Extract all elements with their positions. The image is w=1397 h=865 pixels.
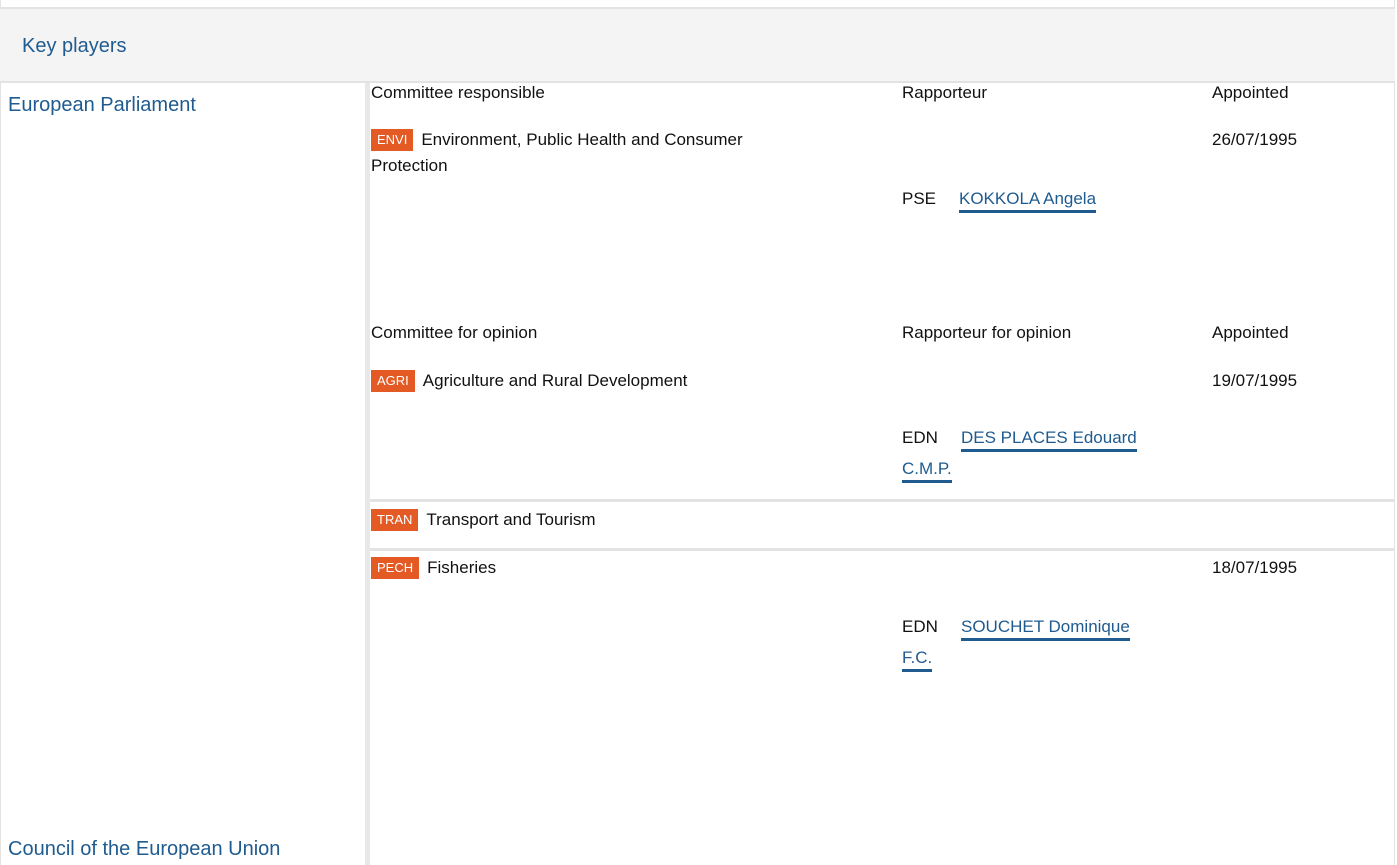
rapporteur-link-kokkola[interactable]: KOKKOLA Angela: [959, 186, 1097, 213]
committee-envi: ENVI Environment, Public Health and Consu…: [371, 127, 871, 179]
rapporteur-link-des-places[interactable]: DES PLACES Edouard: [961, 425, 1137, 452]
committee-agri: AGRI Agriculture and Rural Development: [371, 368, 687, 394]
section-title: Key players: [22, 35, 127, 57]
committee-name: Agriculture and Rural Development: [422, 371, 688, 390]
political-group: EDN: [902, 428, 938, 447]
committee-name-continued: Protection: [371, 156, 448, 175]
col-header-rapporteur: Rapporteur: [902, 83, 988, 102]
committee-code-badge: AGRI: [371, 370, 415, 392]
committee-name: Environment, Public Health and Consumer: [421, 130, 743, 149]
committee-name: Fisheries: [427, 558, 497, 577]
committee-name: Transport and Tourism: [426, 510, 596, 529]
committee-tran: TRAN Transport and Tourism: [371, 507, 596, 533]
col-header-rapporteur-opinion: Rapporteur for opinion: [902, 323, 1072, 342]
col-header-appointed-opinion: Appointed: [1212, 323, 1289, 342]
committee-code-badge: TRAN: [371, 509, 419, 531]
rapporteur-link-des-places-continued[interactable]: C.M.P.: [902, 456, 952, 483]
row-separator: [370, 499, 1395, 502]
appointed-date: 18/07/1995: [1212, 558, 1298, 577]
political-group: PSE: [902, 189, 937, 208]
committee-pech: PECH Fisheries: [371, 555, 496, 581]
political-group: EDN: [902, 617, 938, 636]
rapporteur-link-souchet-continued[interactable]: F.C.: [902, 645, 933, 672]
council-label: Council of the European Union: [8, 838, 281, 860]
col-header-committee-opinion: Committee for opinion: [371, 323, 538, 342]
row-separator: [370, 548, 1395, 551]
appointed-date: 26/07/1995: [1212, 130, 1298, 149]
committee-code-badge: PECH: [371, 557, 420, 579]
rapporteur-link-souchet[interactable]: SOUCHET Dominique: [961, 614, 1130, 641]
col-header-appointed: Appointed: [1212, 83, 1289, 102]
committee-code-badge: ENVI: [371, 129, 414, 151]
column-divider: [365, 83, 370, 865]
appointed-date: 19/07/1995: [1212, 371, 1298, 390]
european-parliament-label: European Parliament: [8, 94, 196, 116]
col-header-committee-responsible: Committee responsible: [371, 83, 545, 102]
section-header: Key players: [0, 7, 1395, 83]
